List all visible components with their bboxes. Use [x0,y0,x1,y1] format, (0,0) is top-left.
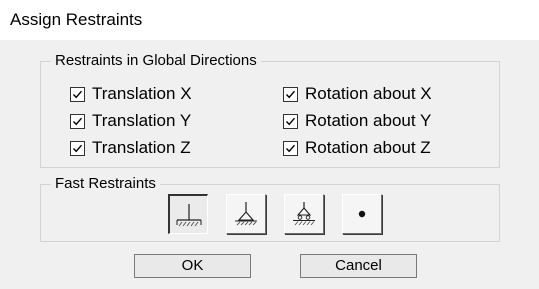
translation-z-label: Translation Z [92,138,191,157]
rotation-z-checkbox[interactable]: Rotation about Z [283,138,431,158]
rotation-y-checkbox[interactable]: Rotation about Y [283,111,431,131]
rotation-z-label: Rotation about Z [305,138,431,157]
translation-y-checkbox[interactable]: Translation Y [70,111,191,131]
checkmark-icon [72,90,83,98]
translation-y-label: Translation Y [92,111,192,130]
roller-support-icon [293,202,315,226]
checkbox-box [283,140,298,156]
fixed-support-button[interactable] [168,194,208,234]
dialog-titlebar: Assign Restraints [0,0,539,40]
checkmark-icon [72,117,83,125]
fast-restraints-title: Fast Restraints [51,175,160,192]
pinned-support-icon [235,202,257,226]
ok-button[interactable]: OK [134,254,251,278]
free-node-button[interactable] [342,194,382,234]
free-node-icon [358,210,366,218]
checkmark-icon [285,117,296,125]
translation-z-checkbox[interactable]: Translation Z [70,138,191,158]
checkbox-box [283,86,298,102]
cancel-button[interactable]: Cancel [300,254,417,278]
dialog-title: Assign Restraints [10,10,143,29]
checkmark-icon [72,144,83,152]
fixed-support-icon [176,203,201,226]
fast-restraints-group: Fast Restraints [40,175,500,242]
checkbox-box [70,86,85,102]
rotation-x-label: Rotation about X [305,84,432,103]
rotation-y-label: Rotation about Y [305,111,432,130]
global-directions-title: Restraints in Global Directions [51,52,261,69]
checkmark-icon [285,90,296,98]
pinned-support-button[interactable] [226,194,266,234]
checkbox-box [70,113,85,129]
roller-support-button[interactable] [284,194,324,234]
translation-x-label: Translation X [92,84,192,103]
rotation-x-checkbox[interactable]: Rotation about X [283,84,432,104]
checkmark-icon [285,144,296,152]
checkbox-box [70,140,85,156]
translation-x-checkbox[interactable]: Translation X [70,84,192,104]
checkbox-box [283,113,298,129]
